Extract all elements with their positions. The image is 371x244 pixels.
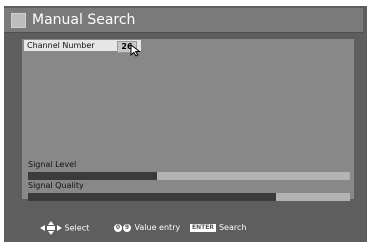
select-hint: Select (40, 221, 89, 235)
title-bar: Manual Search (4, 8, 363, 33)
signal-level-label: Signal Level (28, 160, 77, 169)
dpad-icon (40, 221, 62, 235)
signal-level-bar (28, 172, 350, 180)
channel-number-label: Channel Number (27, 41, 95, 50)
search-label: Search (218, 223, 247, 232)
help-footer: Select 09 Value entry ENTER Search (4, 216, 367, 240)
search-panel: Channel Number 26 Signal Level Signal Qu… (22, 39, 354, 201)
page-title: Manual Search (32, 12, 136, 28)
signal-quality-label: Signal Quality (28, 181, 84, 190)
pointer-cursor-icon (130, 44, 141, 57)
search-hint: ENTER Search (190, 221, 246, 235)
enter-key-icon: ENTER (190, 223, 216, 232)
signal-quality-fill (28, 193, 276, 201)
value-entry-label: Value entry (134, 223, 181, 232)
signal-level-fill (28, 172, 157, 180)
menu-square-icon (11, 13, 26, 28)
select-label: Select (64, 223, 90, 233)
key-9-icon: 9 (123, 223, 131, 232)
signal-quality-bar (28, 193, 350, 201)
key-0-icon: 0 (114, 223, 122, 232)
value-entry-hint: 09 Value entry (114, 221, 180, 235)
tv-screen: Manual Search Channel Number 26 Signal L… (4, 6, 367, 242)
